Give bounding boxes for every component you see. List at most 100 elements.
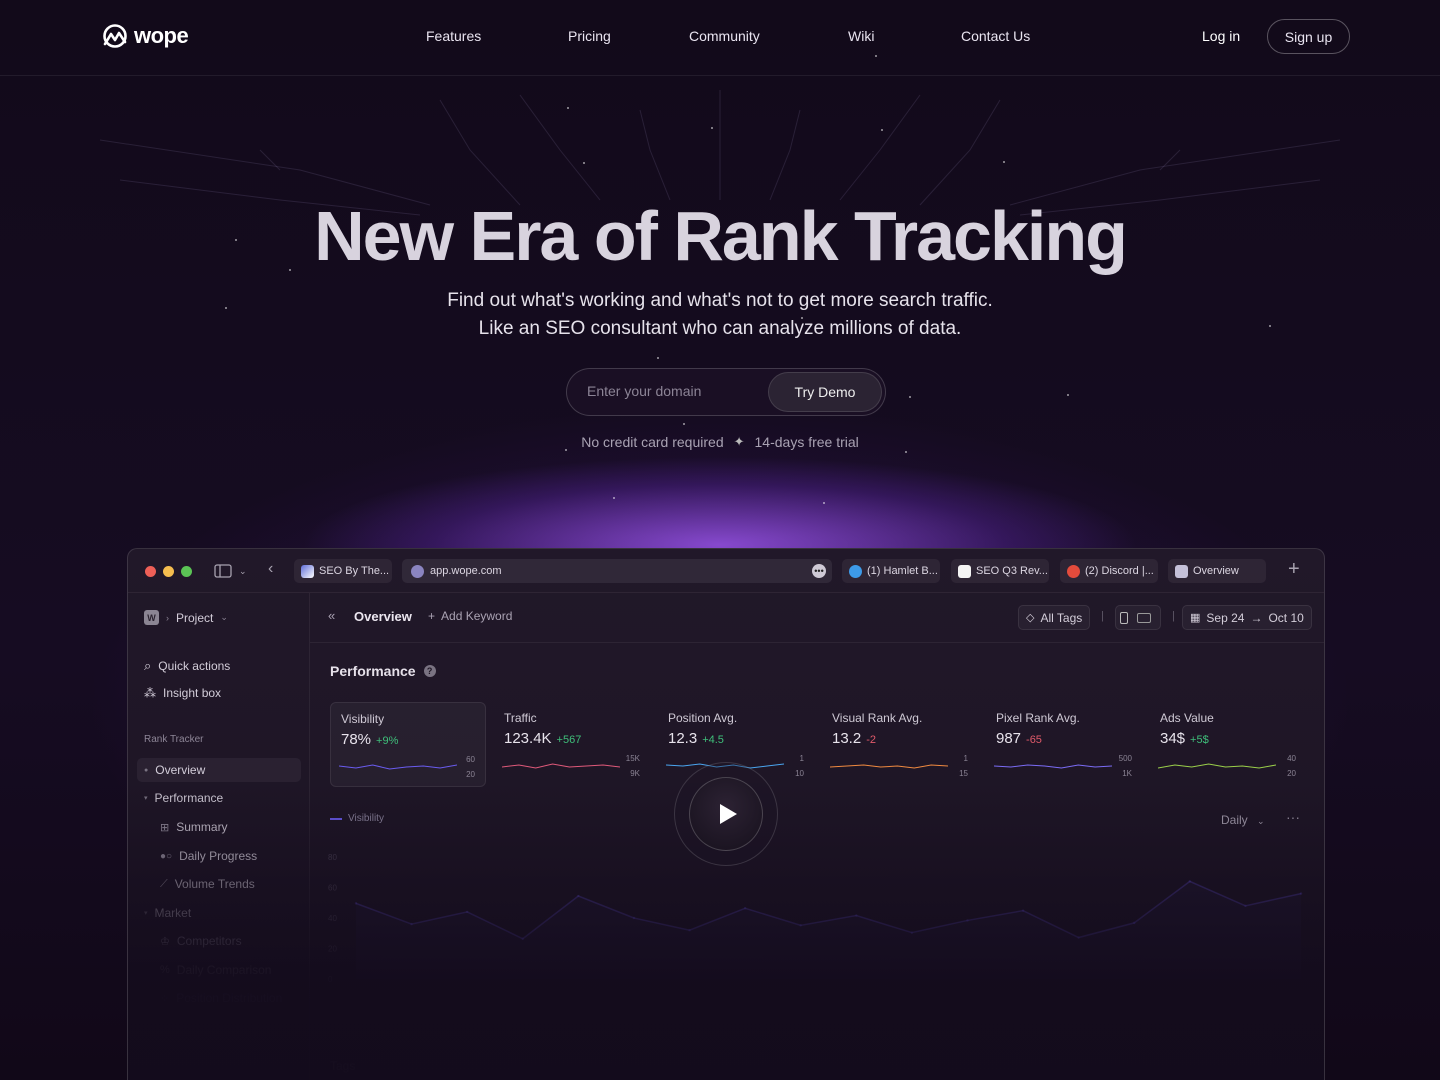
domain-input[interactable] [587, 383, 767, 399]
y-tick-label: 80 [328, 853, 337, 862]
metric-value: 123.4K +567 [504, 730, 581, 747]
metric-card[interactable]: Pixel Rank Avg. 987 -65 500 1K [986, 702, 1142, 787]
minimize-window-dot[interactable] [163, 566, 174, 577]
project-selector[interactable]: W › Project ⌄ [144, 610, 228, 625]
y-tick-label: 0 [328, 975, 333, 984]
browser-tab-3[interactable]: SEO Q3 Rev... [951, 559, 1049, 583]
browser-tab-label: SEO By The... [319, 565, 390, 577]
brand-logo[interactable]: wope [102, 22, 189, 50]
sparkle-icon: ✦ [733, 434, 745, 449]
sidebar-item-summary[interactable]: ⊞ Summary [160, 820, 228, 834]
sidebar-item-competitors[interactable]: ♔ Competitors [160, 934, 242, 948]
sidebar-item-overview[interactable]: ● Overview [144, 763, 205, 777]
hero-subtitle-line-2: Like an SEO consultant who can analyze m… [478, 318, 962, 339]
sparkline-path [830, 764, 948, 769]
metric-card[interactable]: Visibility 78% +9% 60 20 [330, 702, 486, 787]
metric-card[interactable]: Ads Value 34$ +5$ 40 20 [1150, 702, 1306, 787]
interval-select[interactable]: Daily ⌄ [1221, 813, 1265, 827]
nav-link-wiki[interactable]: Wiki [848, 28, 874, 44]
browser-tab-label: (2) Discord |... [1085, 565, 1154, 577]
date-to: Oct 10 [1268, 610, 1304, 625]
nav-link-contact[interactable]: Contact Us [961, 28, 1030, 44]
visibility-point [632, 916, 636, 920]
maximize-window-dot[interactable] [181, 566, 192, 577]
metric-label: Visual Rank Avg. [832, 711, 923, 725]
sidebar-item-market[interactable]: ▾ Market [144, 906, 191, 920]
metric-label: Visibility [341, 712, 385, 726]
trophy-icon: ♔ [160, 935, 170, 948]
mobile-icon[interactable] [1120, 611, 1128, 624]
date-range-picker[interactable]: ▦ Sep 24 → Oct 10 [1182, 605, 1312, 630]
collapse-sidebar-icon[interactable]: « [328, 608, 335, 623]
metric-scale-low: 9K [630, 769, 640, 778]
add-keyword-button[interactable]: + Add Keyword [428, 609, 512, 623]
caret-down-icon: ▾ [144, 795, 148, 802]
try-demo-button[interactable]: Try Demo [768, 372, 882, 412]
sidebar-item-volume-trends[interactable]: ⟋ Volume Trends [160, 877, 255, 891]
metric-scale-high: 15K [625, 754, 640, 763]
tags-heading: Tags [330, 1059, 356, 1073]
chevron-down-icon: ⌄ [220, 612, 228, 622]
free-trial-note: 14-days free trial [754, 434, 859, 450]
metric-value-text: 12.3 [668, 730, 698, 747]
visibility-point [1077, 936, 1080, 939]
grid-icon: ⊞ [160, 821, 170, 834]
login-link[interactable]: Log in [1202, 28, 1240, 44]
metric-scale-high: 500 [1118, 754, 1132, 763]
visibility-point [1299, 892, 1303, 895]
nav-link-pricing[interactable]: Pricing [568, 28, 611, 44]
signup-button[interactable]: Sign up [1267, 19, 1350, 54]
date-from: Sep 24 [1206, 610, 1245, 625]
quick-actions-item[interactable]: ⌕ Quick actions [144, 658, 230, 674]
y-tick-label: 60 [328, 884, 337, 893]
plus-icon: + [428, 609, 436, 623]
more-options-icon[interactable]: ••• [812, 564, 826, 578]
close-window-dot[interactable] [145, 566, 156, 577]
play-video-button[interactable] [689, 777, 763, 851]
play-icon [720, 804, 737, 824]
device-toggle[interactable] [1115, 605, 1161, 630]
sidebar-toggle-icon[interactable] [214, 564, 232, 578]
metric-scale-low: 15 [959, 769, 968, 778]
sparkle-icon: ⁂ [144, 686, 156, 700]
new-tab-icon[interactable]: + [1288, 558, 1300, 581]
metric-card[interactable]: Visual Rank Avg. 13.2 -2 1 15 [822, 702, 978, 787]
browser-tab-label: Overview [1193, 565, 1239, 577]
browser-tab-4[interactable]: (2) Discord |... [1060, 559, 1158, 583]
metric-delta: +567 [556, 734, 582, 746]
visibility-point [688, 929, 691, 932]
metric-sparkline [1158, 763, 1276, 769]
help-icon[interactable]: ? [423, 665, 436, 677]
metric-delta: +4.5 [702, 734, 724, 746]
metric-card[interactable]: Traffic 123.4K +567 15K 9K [494, 702, 650, 787]
arrow-right-icon: → [1250, 610, 1263, 625]
visibility-chart: 80 60 40 20 0 [328, 853, 1303, 984]
sparkline-path [339, 764, 457, 770]
browser-tab-5[interactable]: Overview [1168, 559, 1266, 583]
metric-value: 987 -65 [996, 730, 1042, 747]
metric-delta: -65 [1026, 734, 1042, 746]
sidebar-item-position-distribution[interactable]: ⁘ Position Distribution [160, 991, 282, 1005]
address-bar[interactable]: app.wope.com ••• [402, 559, 832, 583]
metric-value-text: 78% [341, 731, 372, 748]
browser-tab-2[interactable]: (1) Hamlet B... [842, 559, 940, 583]
sidebar-item-daily-comparison[interactable]: % Daily Comparison [160, 963, 271, 977]
more-options-icon[interactable]: ··· [1286, 809, 1300, 825]
back-arrow-icon[interactable]: ‹ [268, 560, 273, 578]
app-sidebar: W › Project ⌄ ⌕ Quick actions ⁂ Insight … [128, 593, 310, 1080]
chevron-down-icon[interactable]: ⌄ [239, 566, 247, 577]
browser-tab-1[interactable]: SEO By The... [294, 559, 392, 583]
address-url: app.wope.com [430, 565, 502, 577]
metric-scale-low: 20 [466, 770, 475, 779]
sidebar-item-daily-progress[interactable]: ●○ Daily Progress [160, 849, 257, 863]
insight-box-item[interactable]: ⁂ Insight box [144, 686, 221, 700]
sidebar-item-performance[interactable]: ▾ Performance [144, 791, 223, 805]
all-tags-filter[interactable]: ◇ All Tags [1018, 605, 1091, 630]
desktop-icon[interactable] [1137, 612, 1151, 623]
project-name: Project [176, 610, 214, 625]
metric-value: 34$ +5$ [1160, 730, 1209, 747]
nav-link-community[interactable]: Community [689, 28, 760, 44]
metric-scale-low: 1K [1122, 769, 1132, 778]
nav-link-features[interactable]: Features [426, 28, 481, 44]
sidebar-item-label: Position Distribution [176, 991, 283, 1005]
